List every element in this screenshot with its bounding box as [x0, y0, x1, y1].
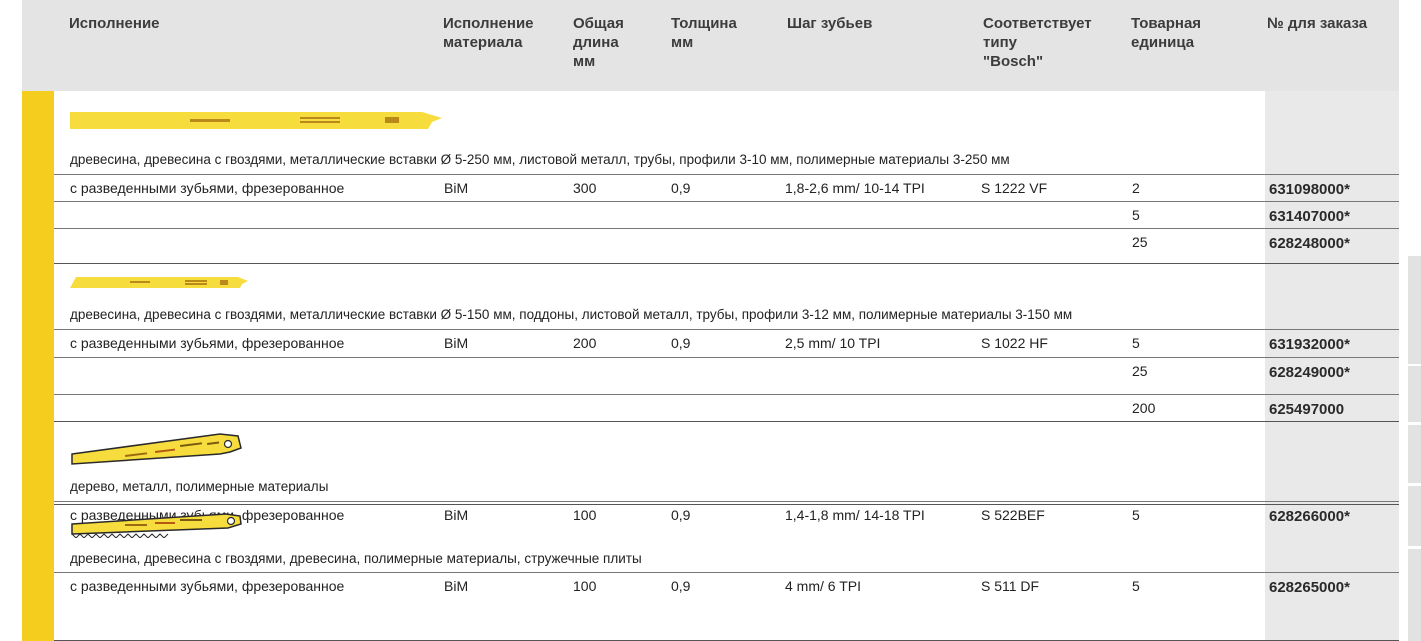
cell-pitch: 2,5 mm/ 10 TPI	[785, 335, 881, 351]
cell-pitch: 4 mm/ 6 TPI	[785, 578, 861, 594]
side-tab	[1408, 549, 1421, 641]
saw-blade-icon	[71, 433, 242, 465]
order-number: 628249000*	[1269, 364, 1350, 381]
cell-bosch: S 511 DF	[981, 578, 1040, 594]
accent-bar	[22, 91, 54, 641]
cell-unit: 5	[1132, 335, 1140, 351]
table-header: Исполнение Исполнение материала Общая дл…	[22, 0, 1399, 91]
product-group: древесина, древесина с гвоздями, металли…	[54, 91, 1399, 263]
table-row: с разведенными зубьями, фрезерованное Bi…	[54, 175, 1399, 202]
product-group: древесина, древесина с гвоздями, металли…	[54, 264, 1399, 422]
side-tab	[1408, 425, 1421, 483]
cell-unit: 5	[1132, 207, 1140, 223]
cell-pitch: 1,8-2,6 mm/ 10-14 TPI	[785, 180, 925, 196]
order-number: 631407000*	[1269, 208, 1350, 225]
group-description: дерево, металл, полимерные материалы	[70, 479, 329, 494]
cell-material: BiM	[444, 335, 469, 351]
cell-unit: 2	[1132, 180, 1140, 196]
cell-thickness: 0,9	[671, 578, 691, 594]
group-description: древесина, древесина с гвоздями, металли…	[70, 152, 1010, 167]
group-description: древесина, древесина с гвоздями, древеси…	[70, 551, 642, 566]
cell-material: BiM	[444, 180, 469, 196]
order-number: 628248000*	[1269, 235, 1350, 252]
cell-execution: с разведенными зубьями, фрезерованное	[70, 578, 345, 594]
cell-length: 300	[573, 180, 597, 196]
saw-blade-icon	[71, 513, 242, 538]
order-number: 625497000	[1269, 401, 1345, 418]
cell-execution: с разведенными зубьями, фрезерованное	[70, 180, 345, 196]
product-group: древесина, древесина с гвоздями, древеси…	[54, 505, 1399, 641]
cell-bosch: S 1222 VF	[981, 180, 1048, 196]
cell-bosch: S 1022 HF	[981, 335, 1048, 351]
side-tab	[1408, 486, 1421, 546]
cell-thickness: 0,9	[671, 180, 691, 196]
side-tab	[1408, 366, 1421, 422]
cell-length: 100	[573, 578, 597, 594]
order-number: 631932000*	[1269, 336, 1350, 353]
table-row: 25 628248000*	[54, 229, 1399, 256]
header-material: Исполнение материала	[443, 15, 534, 51]
header-thickness: Толщина мм	[671, 15, 737, 51]
cell-unit: 200	[1132, 400, 1156, 416]
cell-unit: 5	[1132, 578, 1140, 594]
header-tooth-pitch: Шаг зубьев	[787, 15, 873, 32]
table-row: 25 628249000*	[54, 358, 1399, 385]
saw-blade-icon	[70, 277, 248, 288]
cell-thickness: 0,9	[671, 335, 691, 351]
cell-material: BiM	[444, 578, 469, 594]
table-row: 200 625497000	[54, 395, 1399, 422]
cell-length: 200	[573, 335, 597, 351]
table-row: с разведенными зубьями, фрезерованное Bi…	[54, 573, 1399, 600]
header-unit: Товарная единица	[1131, 15, 1202, 51]
order-number: 628265000*	[1269, 579, 1350, 596]
saw-blade-icon	[70, 112, 442, 129]
header-execution: Исполнение	[69, 15, 160, 32]
cell-unit: 25	[1132, 234, 1148, 250]
cell-unit: 25	[1132, 363, 1148, 379]
header-length: Общая длина мм	[573, 15, 624, 70]
table-row: 5 631407000*	[54, 202, 1399, 229]
header-order-no: № для заказа	[1267, 15, 1368, 32]
cell-execution: с разведенными зубьями, фрезерованное	[70, 335, 345, 351]
group-description: древесина, древесина с гвоздями, металли…	[70, 307, 1073, 322]
table-row: с разведенными зубьями, фрезерованное Bi…	[54, 330, 1399, 357]
order-number: 631098000*	[1269, 181, 1350, 198]
header-bosch: Соответствует типу "Bosch"	[983, 15, 1092, 70]
side-tab	[1408, 256, 1421, 364]
